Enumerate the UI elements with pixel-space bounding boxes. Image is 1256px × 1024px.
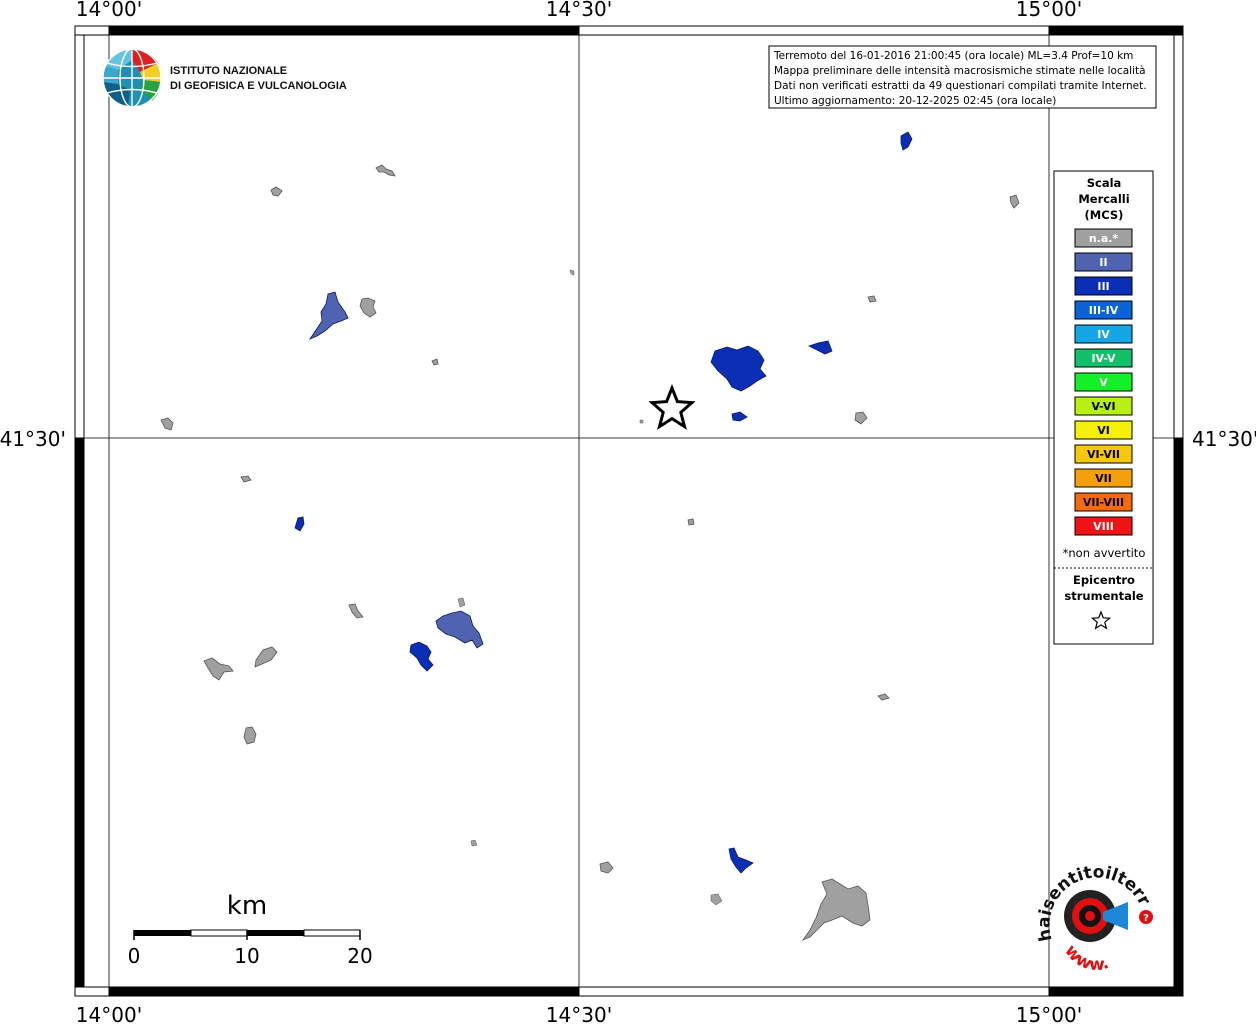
scale-segment — [247, 930, 304, 936]
scale-bar-title: km — [227, 891, 267, 921]
top-lon-label: 15°00' — [1016, 0, 1082, 21]
legend-title-line: Scala — [1087, 176, 1122, 190]
scale-segment — [190, 929, 248, 937]
frame-segment — [578, 25, 1050, 36]
frame-segment — [1049, 26, 1183, 35]
left-lat-label: 41°30' — [0, 427, 66, 451]
legend-title-line: Mercalli — [1078, 192, 1129, 206]
info-line: Dati non verificati estratti da 49 quest… — [774, 80, 1147, 92]
logo-line-2: DI GEOFISICA E VULCANOLOGIA — [170, 80, 347, 92]
frame-segment — [109, 987, 579, 996]
scale-label: 10 — [234, 944, 259, 968]
frame-segment — [1174, 438, 1183, 987]
legend-label: VI — [1097, 424, 1110, 437]
top-lon-label: 14°00' — [76, 0, 142, 21]
frame-segment — [74, 986, 110, 997]
frame-segment — [578, 986, 1050, 997]
info-line: Ultimo aggiornamento: 20-12-2025 02:45 (… — [774, 95, 1056, 107]
legend-label: VI-VII — [1087, 448, 1120, 461]
scale-label: 20 — [347, 944, 372, 968]
frame-segment — [75, 438, 84, 987]
scale-segment — [134, 930, 191, 936]
question-glyph: ? — [1143, 913, 1149, 924]
legend-label: III-IV — [1089, 304, 1119, 317]
legend-label: II — [1099, 256, 1107, 269]
frame-segment — [1173, 34, 1184, 439]
frame-segment — [74, 34, 85, 439]
scale-segment — [303, 929, 361, 937]
logo-line-1: ISTITUTO NAZIONALE — [170, 65, 287, 77]
legend-label: IV — [1097, 328, 1110, 341]
legend-label: IV-V — [1091, 352, 1116, 365]
top-lon-label: 14°30' — [546, 0, 612, 21]
bottom-lon-label: 14°30' — [546, 1003, 612, 1024]
locality-shape[interactable] — [687, 518, 695, 526]
legend-title-line: (MCS) — [1085, 208, 1124, 222]
epicenter-title-line: Epicentro — [1073, 573, 1135, 587]
locality-speck — [639, 419, 644, 424]
info-line: Mappa preliminare delle intensità macros… — [774, 65, 1146, 77]
legend-label: V-VI — [1091, 400, 1115, 413]
epicenter-title-line: strumentale — [1064, 589, 1143, 603]
legend-label: V — [1099, 376, 1108, 389]
bottom-lon-label: 14°00' — [76, 1003, 142, 1024]
legend-label: VII-VIII — [1083, 496, 1124, 509]
info-line: Terremoto del 16-01-2016 21:00:45 (ora l… — [773, 50, 1133, 62]
frame-segment — [74, 25, 110, 36]
legend-label: III — [1097, 280, 1109, 293]
intensity-map: 14°00' 14°30' 15°00' 14°00' 14°30' 15°00… — [0, 0, 1256, 1024]
legend-label: VIII — [1093, 520, 1114, 533]
event-info-box: Terremoto del 16-01-2016 21:00:45 (ora l… — [768, 45, 1157, 109]
legend-label: n.a.* — [1089, 232, 1119, 245]
frame-segment — [109, 26, 579, 35]
mcs-legend: Scala Mercalli (MCS) n.a.*IIIIIIII-IVIVI… — [1053, 170, 1154, 645]
right-lat-label: 41°30' — [1192, 427, 1256, 451]
frame-segment — [1049, 987, 1183, 996]
legend-label: VII — [1095, 472, 1112, 485]
scale-label: 0 — [128, 944, 141, 968]
legend-note: *non avvertito — [1063, 546, 1146, 560]
bottom-lon-label: 15°00' — [1016, 1003, 1082, 1024]
map-area — [83, 34, 1175, 988]
